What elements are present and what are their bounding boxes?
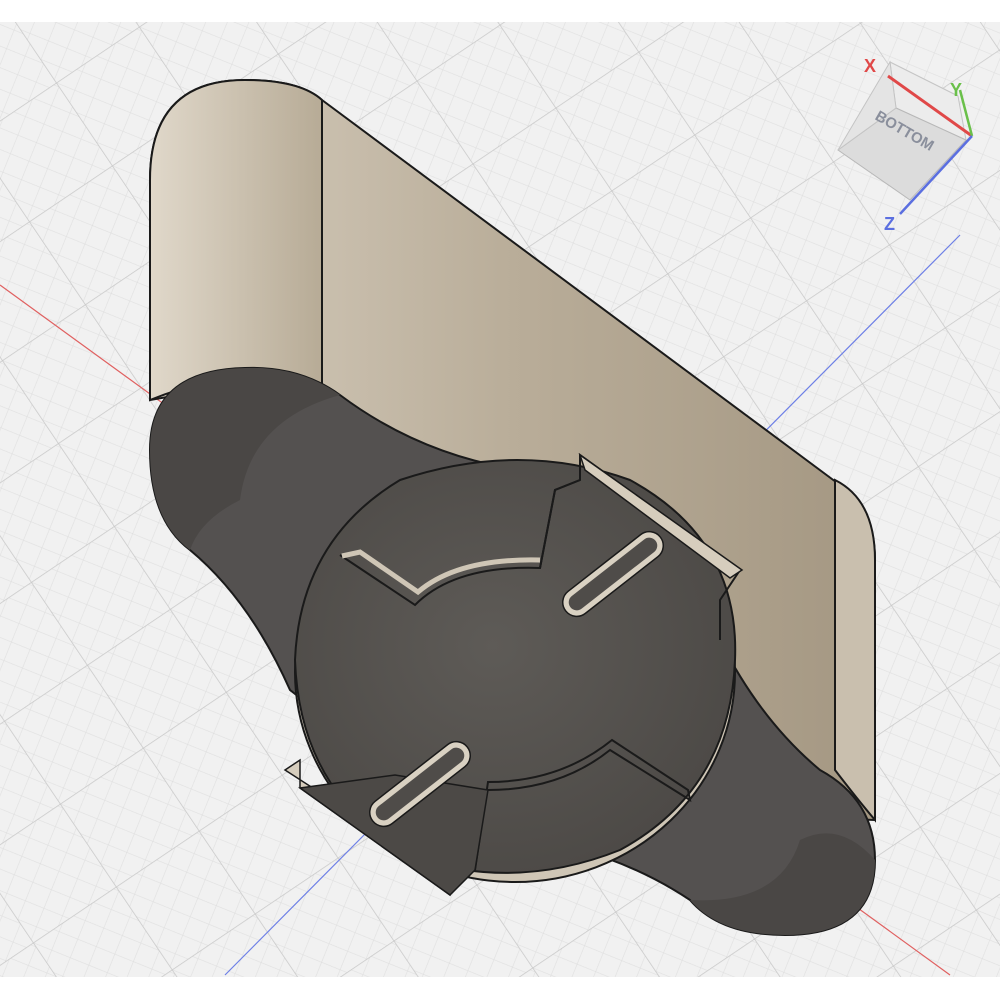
view-cube-x-label: X: [864, 56, 876, 76]
view-cube-z-label: Z: [884, 214, 895, 234]
3d-viewport[interactable]: BOTTOM X Y Z: [0, 0, 1000, 1000]
view-cube-y-label: Y: [950, 80, 962, 100]
